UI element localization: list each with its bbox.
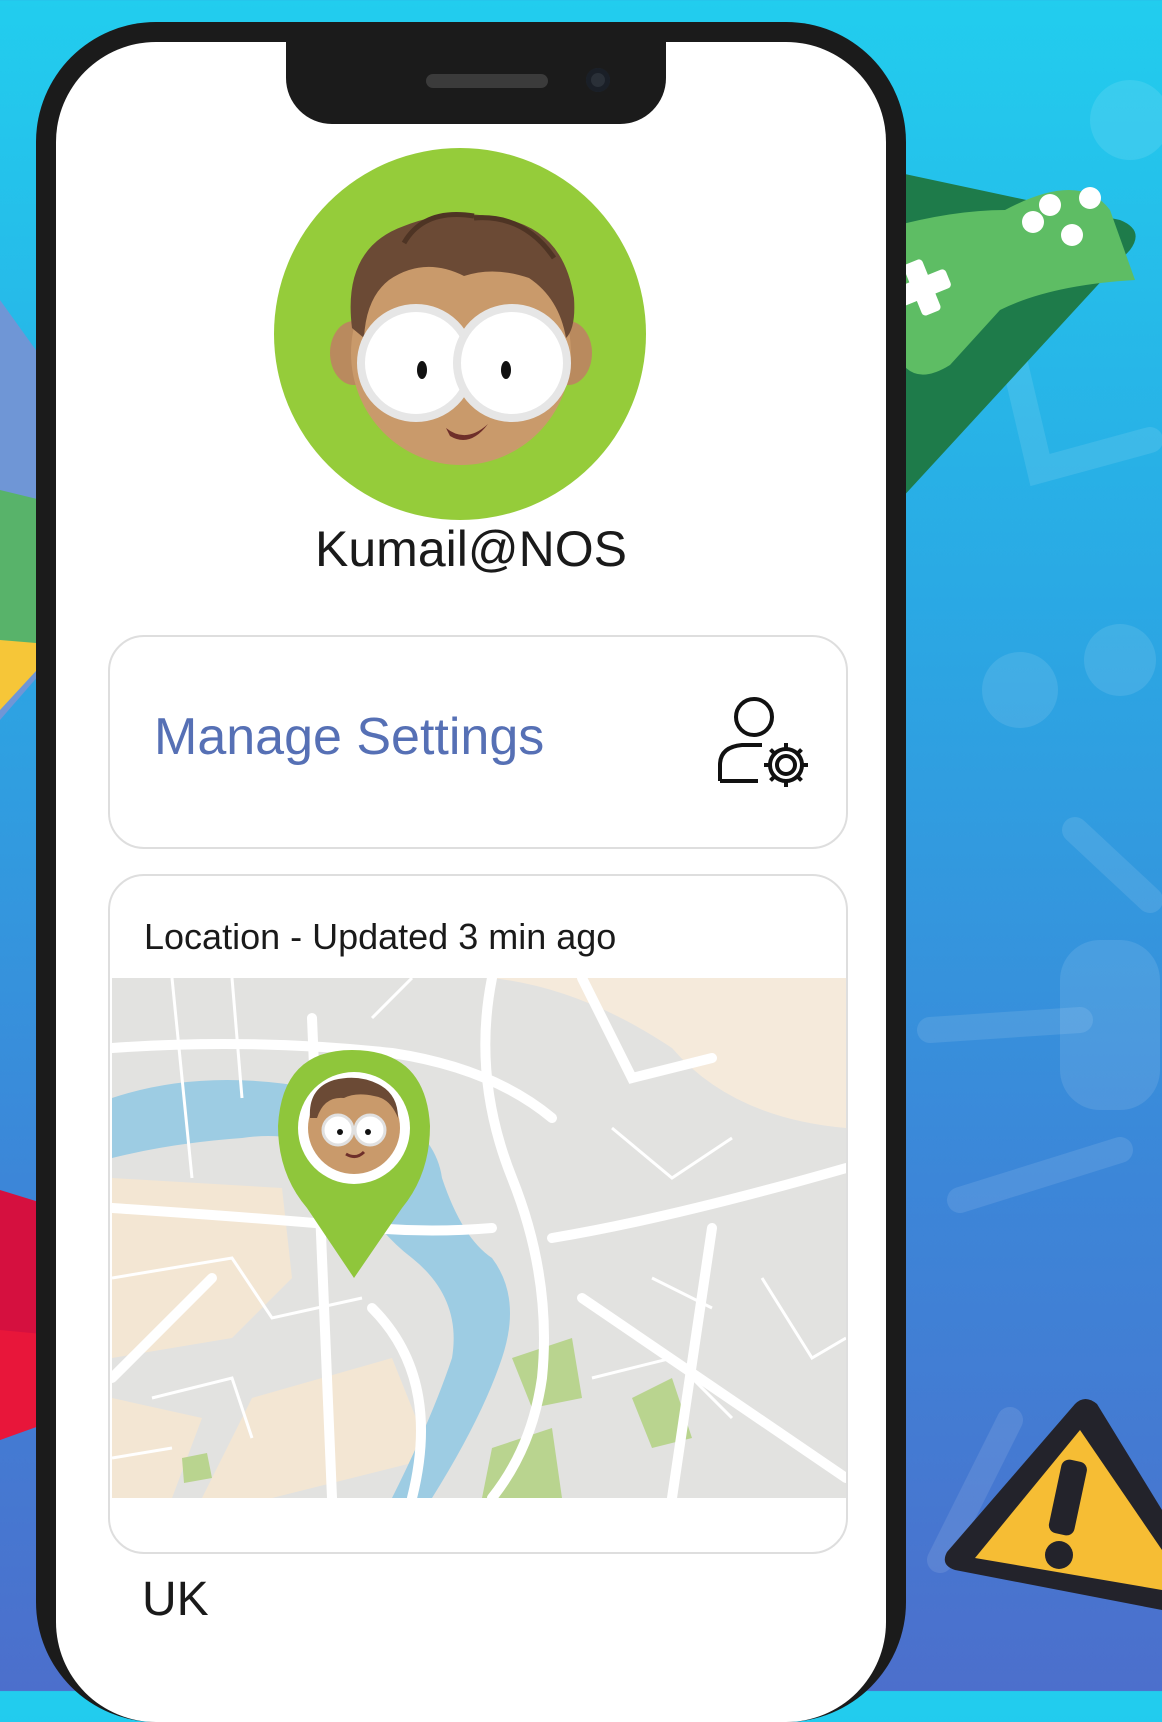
user-settings-icon[interactable] — [714, 693, 814, 793]
phone-screen: Kumail@NOS Manage Settings Location - Up… — [56, 42, 886, 1722]
manage-settings-card[interactable]: Manage Settings — [108, 635, 848, 849]
warning-icon — [944, 1399, 1162, 1610]
manage-settings-label[interactable]: Manage Settings — [154, 707, 544, 767]
location-country: UK — [142, 1573, 209, 1626]
location-map[interactable] — [112, 978, 846, 1498]
location-card: Location - Updated 3 min ago — [108, 874, 848, 1554]
avatar-illustration — [330, 212, 592, 465]
phone-frame: Kumail@NOS Manage Settings Location - Up… — [36, 22, 906, 1722]
front-camera — [586, 68, 610, 92]
speaker-grille — [426, 74, 548, 88]
location-title: Location - Updated 3 min ago — [144, 916, 617, 957]
profile-avatar[interactable] — [274, 148, 646, 520]
phone-notch — [286, 42, 666, 124]
profile-username: Kumail@NOS — [315, 521, 627, 577]
